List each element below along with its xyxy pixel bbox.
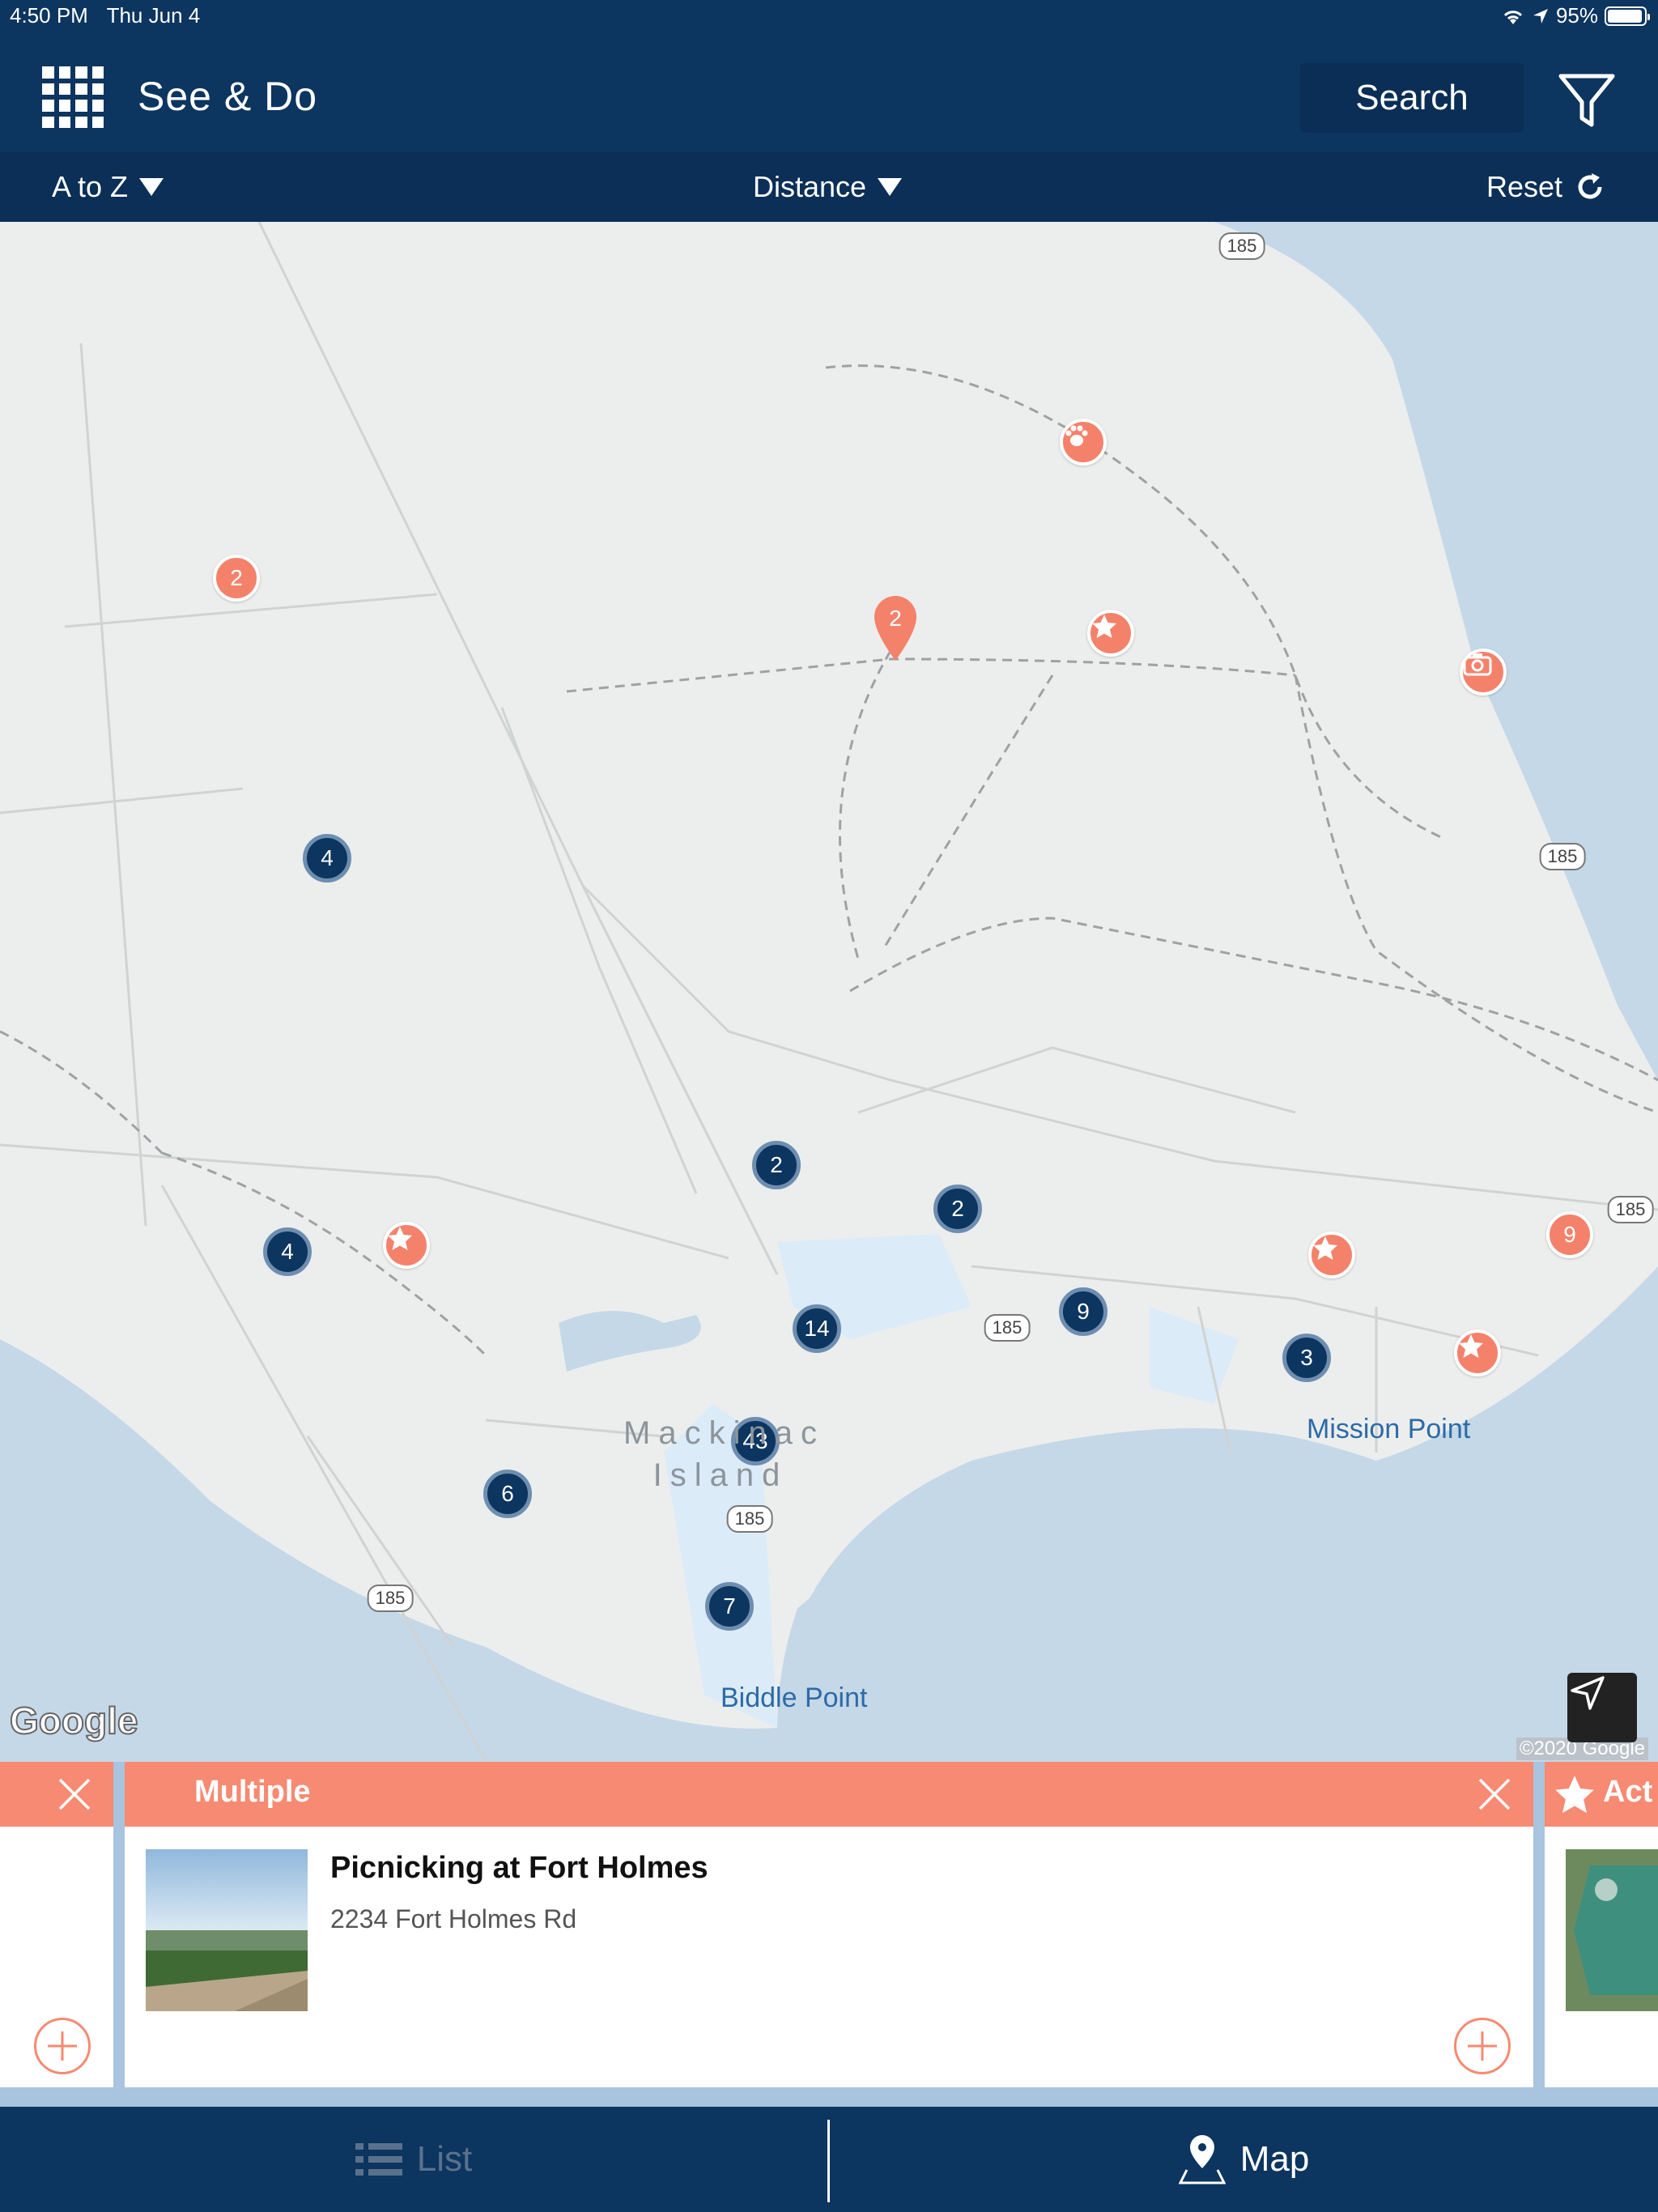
location-arrow-icon xyxy=(1533,8,1548,23)
search-button[interactable]: Search xyxy=(1300,63,1524,133)
tab-map[interactable]: Map xyxy=(830,2107,1658,2212)
map-base xyxy=(0,222,1658,1762)
sort-az-label: A to Z xyxy=(52,170,129,203)
location-card[interactable]: Multiple Picnicking at Fort Holmes 2234 … xyxy=(125,1762,1533,2087)
star-pin[interactable] xyxy=(1308,1231,1355,1278)
add-to-trip-button[interactable] xyxy=(1454,2018,1511,2074)
card-thumbnail-image[interactable] xyxy=(146,1849,308,2011)
island-label-line1: Mackinac xyxy=(623,1415,825,1451)
status-bar: 4:50 PM Thu Jun 4 95% xyxy=(0,0,1658,32)
map-pin-icon xyxy=(1178,2135,1226,2184)
route-shield: 185 xyxy=(1607,1196,1654,1223)
cluster-marker[interactable]: 14 xyxy=(793,1304,841,1353)
route-shield: 185 xyxy=(984,1314,1031,1342)
navigation-arrow-icon xyxy=(1571,1676,1605,1710)
card-title[interactable]: Picnicking at Fort Holmes xyxy=(330,1851,708,1886)
status-date: Thu Jun 4 xyxy=(106,3,201,28)
route-shield: 185 xyxy=(1218,232,1265,260)
star-pin[interactable] xyxy=(1454,1329,1501,1376)
sort-bar: A to Z Distance Reset xyxy=(0,152,1658,222)
app-header: See & Do Search xyxy=(0,32,1658,152)
mission-point-label: Mission Point xyxy=(1307,1414,1471,1444)
my-location-button[interactable] xyxy=(1567,1673,1637,1742)
card-address: 2234 Fort Holmes Rd xyxy=(330,1904,577,1933)
card-category: Multiple xyxy=(194,1775,311,1809)
chevron-down-icon xyxy=(878,178,903,196)
google-logo: Google xyxy=(9,1699,138,1742)
star-icon xyxy=(388,1227,412,1250)
star-icon xyxy=(1313,1236,1337,1260)
location-card-header: Multiple xyxy=(125,1762,1533,1827)
add-to-trip-button[interactable] xyxy=(34,2018,91,2074)
map-view[interactable]: 4 4 2 2 14 9 3 43 6 7 2 9 2 185 185 185 … xyxy=(0,222,1658,1762)
page-title: See & Do xyxy=(138,74,318,119)
filter-icon[interactable] xyxy=(1554,68,1619,133)
next-card-category: Act xyxy=(1603,1775,1653,1809)
island-label: Mackinac Island xyxy=(623,1412,818,1496)
cluster-marker[interactable]: 2 xyxy=(933,1185,982,1233)
sort-distance-dropdown[interactable]: Distance xyxy=(753,170,903,204)
cluster-marker[interactable]: 3 xyxy=(1282,1334,1331,1382)
list-icon xyxy=(355,2143,402,2176)
star-icon xyxy=(1555,1776,1594,1814)
chevron-down-icon xyxy=(139,178,164,196)
sort-distance-label: Distance xyxy=(753,170,867,203)
previous-card-header xyxy=(0,1762,113,1827)
wifi-icon xyxy=(1503,10,1523,24)
cluster-marker[interactable]: 9 xyxy=(1059,1287,1107,1336)
close-icon[interactable] xyxy=(57,1776,92,1812)
next-card-thumbnail-image[interactable] xyxy=(1566,1849,1658,2011)
tab-list[interactable]: List xyxy=(0,2107,827,2212)
biddle-point-label: Biddle Point xyxy=(721,1682,868,1713)
star-icon xyxy=(1459,1334,1483,1358)
cluster-marker[interactable]: 6 xyxy=(483,1470,532,1518)
refresh-icon xyxy=(1578,173,1602,199)
app-grid-menu-icon[interactable] xyxy=(42,66,104,128)
star-pin[interactable] xyxy=(383,1222,430,1269)
star-icon xyxy=(1092,615,1116,638)
cluster-marker[interactable]: 2 xyxy=(752,1141,801,1189)
status-time: 4:50 PM xyxy=(10,3,88,28)
reset-button[interactable]: Reset xyxy=(1486,170,1606,204)
cluster-marker[interactable]: 4 xyxy=(263,1227,312,1276)
camera-icon xyxy=(1463,653,1492,676)
route-shield: 185 xyxy=(1539,843,1586,870)
camera-pin[interactable] xyxy=(1460,649,1507,696)
route-shield: 185 xyxy=(367,1585,414,1612)
next-card[interactable]: Act xyxy=(1545,1762,1658,2087)
numbered-pin[interactable]: 2 xyxy=(213,555,260,602)
sort-az-dropdown[interactable]: A to Z xyxy=(52,170,164,204)
close-icon[interactable] xyxy=(1477,1776,1512,1812)
selected-location-pin[interactable]: 2 xyxy=(873,594,918,662)
next-card-header: Act xyxy=(1545,1762,1658,1827)
numbered-pin[interactable]: 9 xyxy=(1546,1211,1593,1258)
tab-map-label: Map xyxy=(1239,2139,1310,2179)
star-pin[interactable] xyxy=(1087,610,1134,657)
selected-pin-count: 2 xyxy=(889,606,902,631)
battery-icon xyxy=(1605,6,1650,26)
cluster-marker[interactable]: 7 xyxy=(705,1582,754,1631)
cluster-marker[interactable]: 4 xyxy=(303,834,351,883)
bottom-tab-bar: List Map xyxy=(0,2107,1658,2212)
route-shield: 185 xyxy=(726,1505,773,1533)
reset-label: Reset xyxy=(1486,170,1563,203)
battery-fill xyxy=(1608,9,1642,23)
previous-card[interactable] xyxy=(0,1762,113,2087)
battery-percent: 95% xyxy=(1555,3,1598,28)
island-label-line2: Island xyxy=(653,1457,789,1493)
paw-pin[interactable] xyxy=(1060,419,1107,466)
paw-icon xyxy=(1065,425,1088,446)
tab-list-label: List xyxy=(416,2139,473,2179)
